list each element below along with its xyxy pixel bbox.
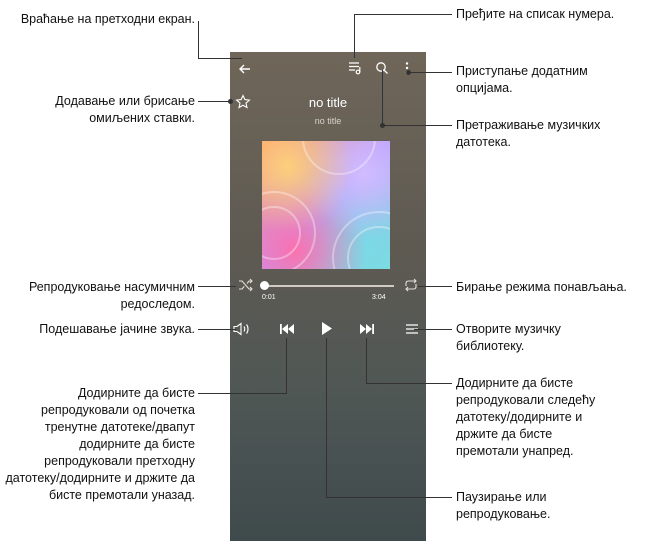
skip-previous-icon[interactable]	[279, 323, 295, 335]
repeat-icon[interactable]	[403, 278, 419, 292]
callout-dot-more	[406, 70, 411, 75]
callout-line-back-h	[198, 58, 242, 59]
callout-dot-search	[380, 123, 385, 128]
callout-line-repeat	[418, 286, 452, 287]
callout-line-more	[408, 72, 452, 73]
play-icon[interactable]	[321, 321, 333, 336]
callout-line-playlist	[354, 14, 452, 15]
callout-line-shuffle	[198, 286, 236, 287]
callout-line-playlist-v	[354, 14, 355, 58]
album-art	[262, 141, 390, 269]
seek-handle[interactable]	[260, 281, 269, 290]
label-back: Враћање на претходни екран.	[20, 12, 195, 26]
callout-line-favorites	[198, 101, 230, 102]
callout-dot-favorites	[228, 99, 233, 104]
skip-next-icon[interactable]	[359, 323, 375, 335]
callout-line-volume	[198, 329, 236, 330]
callout-line-next	[366, 383, 452, 384]
callout-line-library	[414, 329, 452, 330]
callout-line-back	[198, 21, 199, 59]
label-previous: Додирните да бисте репродуковали од поче…	[5, 386, 196, 502]
time-elapsed: 0:01	[262, 294, 276, 301]
label-library: Отворите музичку библиотеку.	[456, 322, 561, 353]
callout-line-previous-v	[286, 338, 287, 394]
track-title: no title	[308, 95, 348, 110]
callout-line-search-v	[382, 70, 383, 126]
label-volume: Подешавање јачине звука.	[39, 322, 195, 336]
playlist-icon[interactable]	[348, 61, 362, 75]
label-more: Приступање додатним опцијама.	[456, 64, 588, 95]
callout-line-next-v	[366, 338, 367, 384]
callout-line-play-v	[326, 338, 327, 498]
callout-line-search	[382, 125, 452, 126]
shuffle-icon[interactable]	[238, 278, 254, 292]
label-next: Додирните да бисте репродуковали следећу…	[456, 376, 596, 458]
label-favorites: Додавање или брисање омиљених ставки.	[55, 94, 195, 125]
callout-line-play	[326, 497, 452, 498]
back-arrow-icon[interactable]	[238, 62, 252, 76]
label-repeat: Бирање режима понављања.	[456, 280, 627, 294]
label-shuffle: Репродуковање насумичним редоследом.	[28, 280, 195, 311]
seek-bar[interactable]	[264, 285, 394, 287]
callout-line-previous	[198, 393, 287, 394]
label-play: Паузирање или репродуковање.	[456, 490, 551, 521]
label-playlist: Пређите на списак нумера.	[456, 7, 615, 21]
time-total: 3:04	[372, 294, 386, 301]
label-search: Претраживање музичких датотека.	[456, 118, 601, 149]
